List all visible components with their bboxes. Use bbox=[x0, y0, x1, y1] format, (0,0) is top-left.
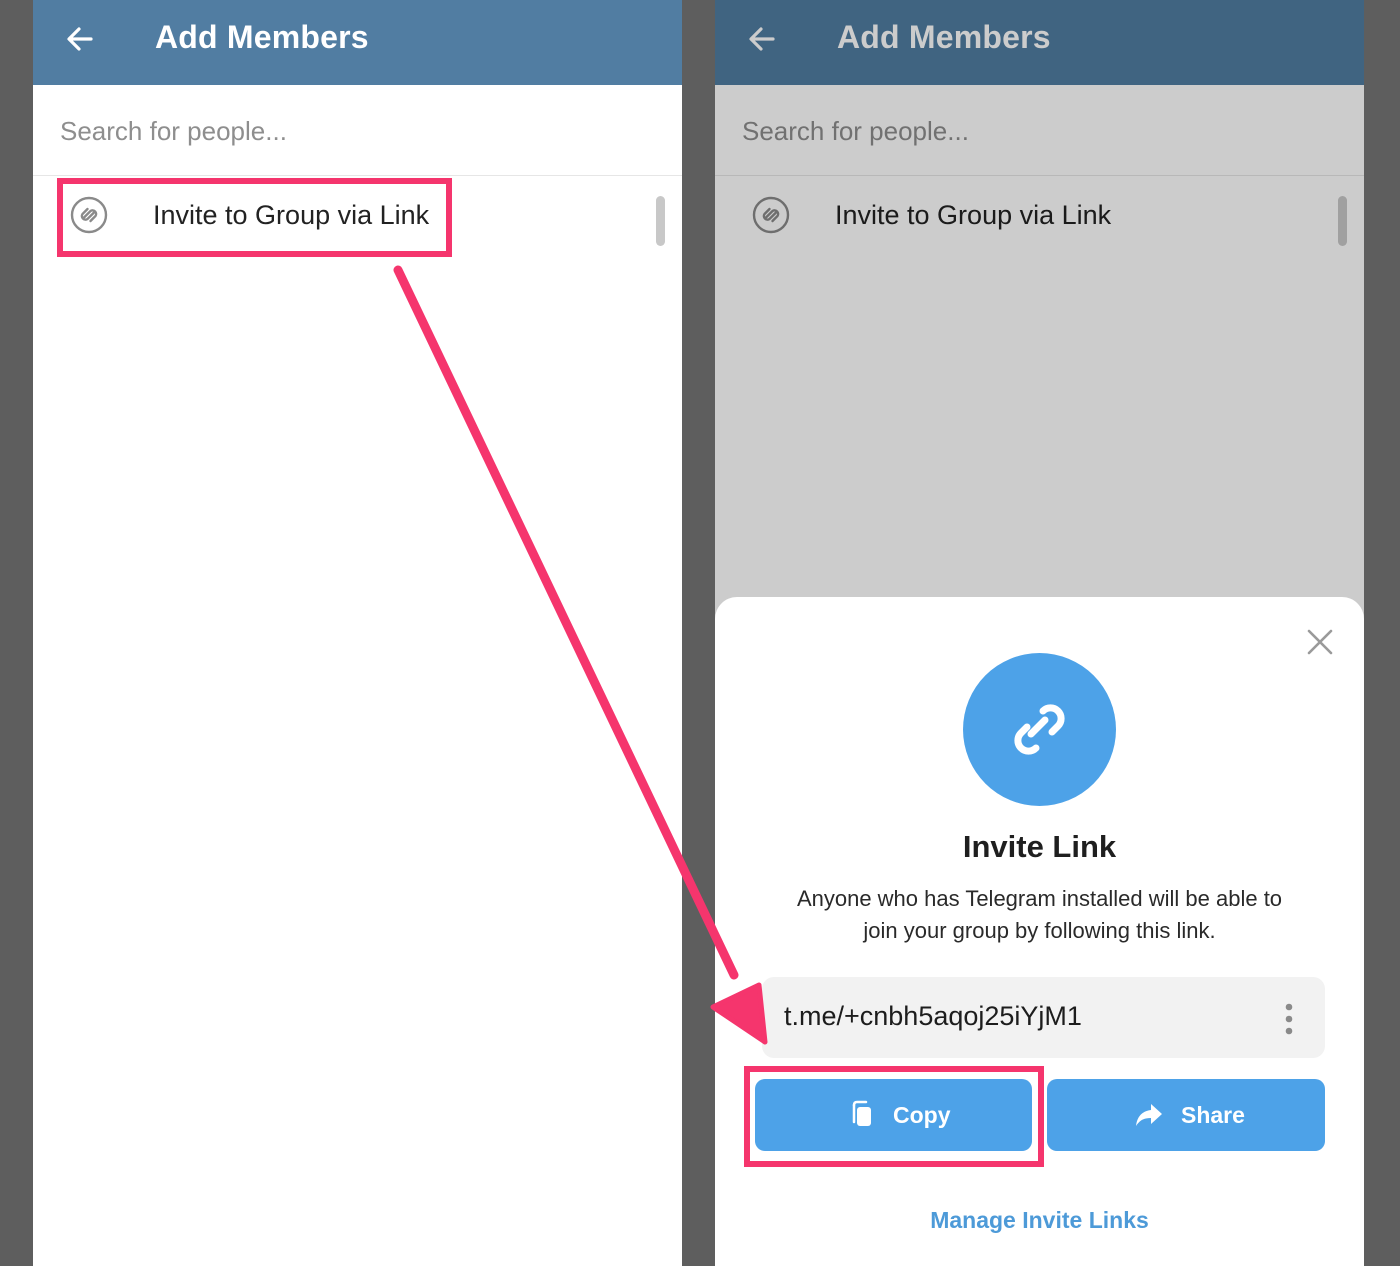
invite-link-value: t.me/+cnbh5aqoj25iYjM1 bbox=[784, 1001, 1082, 1031]
close-icon[interactable] bbox=[1304, 626, 1336, 658]
more-vertical-icon[interactable] bbox=[1284, 999, 1294, 1039]
manage-invite-links-link[interactable]: Manage Invite Links bbox=[715, 1207, 1364, 1234]
list-item-label: Invite to Group via Link bbox=[153, 200, 430, 230]
arrow-left-icon[interactable] bbox=[63, 22, 97, 56]
left-screen: Add Members Invite to Group via Link bbox=[33, 0, 682, 1266]
app-header: Add Members bbox=[33, 0, 682, 85]
invite-via-link-item[interactable]: Invite to Group via Link bbox=[33, 177, 682, 257]
right-screen: Add Members Invite to Group via Link Inv… bbox=[715, 0, 1364, 1266]
invite-link-badge bbox=[963, 653, 1116, 806]
invite-link-field[interactable]: t.me/+cnbh5aqoj25iYjM1 bbox=[762, 977, 1325, 1058]
link-icon bbox=[70, 196, 108, 234]
page-title: Add Members bbox=[155, 19, 369, 55]
search-bar bbox=[33, 85, 682, 176]
copy-icon bbox=[852, 1100, 871, 1126]
copy-button-label: Copy bbox=[893, 1102, 951, 1128]
link-icon bbox=[1014, 704, 1065, 755]
description-line: Anyone who has Telegram installed will b… bbox=[796, 886, 1283, 911]
sheet-title: Invite Link bbox=[962, 829, 1117, 864]
copy-button[interactable]: Copy bbox=[755, 1079, 1032, 1151]
invite-link-sheet: Invite Link Anyone who has Telegram inst… bbox=[715, 597, 1364, 1266]
description-line: join your group by following this link. bbox=[863, 918, 1216, 943]
sheet-description: Anyone who has Telegram installed will b… bbox=[755, 883, 1324, 947]
share-button[interactable]: Share bbox=[1047, 1079, 1325, 1151]
share-icon bbox=[1136, 1104, 1162, 1126]
share-button-label: Share bbox=[1181, 1102, 1245, 1128]
scrollbar[interactable] bbox=[656, 196, 665, 246]
search-input[interactable] bbox=[60, 111, 620, 151]
